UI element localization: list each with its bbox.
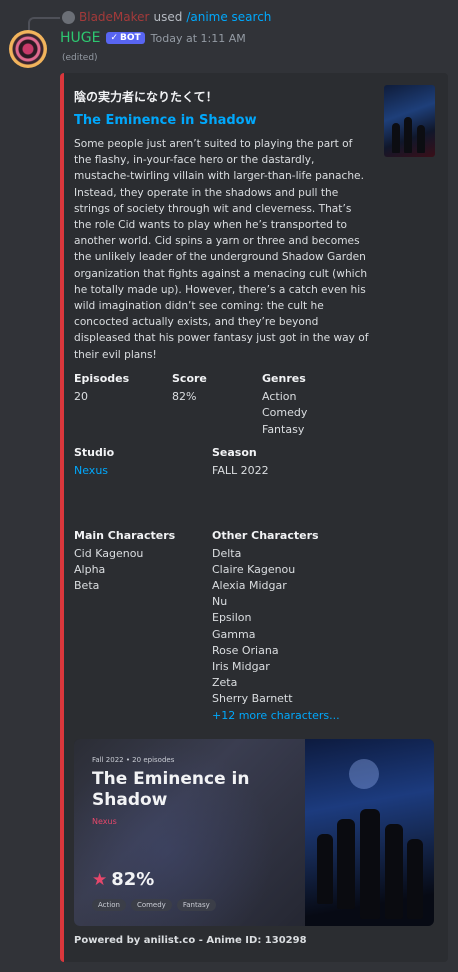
embed-title-link[interactable]: The Eminence in Shadow bbox=[74, 113, 257, 128]
other-character-item: Gamma bbox=[212, 628, 256, 641]
other-character-item: Sherry Barnett bbox=[212, 692, 293, 705]
embed-native-title: 陰の実力者になりたくて！ bbox=[74, 90, 218, 104]
banner-studio: Nexus bbox=[92, 817, 117, 826]
other-character-item: Epsilon bbox=[212, 611, 252, 624]
field-genres-label: Genres bbox=[262, 372, 306, 385]
banner-score-value: 82% bbox=[111, 869, 155, 890]
reply-user-avatar[interactable] bbox=[62, 10, 75, 24]
embed-footer: Powered by anilist.co - Anime ID: 130298 bbox=[74, 935, 307, 946]
main-character-item: Alpha bbox=[74, 563, 106, 576]
main-character-item: Cid Kagenou bbox=[74, 547, 144, 560]
reply-used-text: used bbox=[153, 10, 183, 24]
main-character-item: Beta bbox=[74, 579, 100, 592]
reply-username[interactable]: BladeMaker bbox=[79, 10, 149, 24]
message-header: HUGE ✓ BOT Today at 1:11 AM bbox=[60, 30, 246, 46]
verified-check-icon: ✓ bbox=[110, 33, 119, 43]
studio-link[interactable]: Nexus bbox=[74, 463, 108, 479]
field-episodes-value: 20 bbox=[74, 390, 88, 403]
banner-tag: Action bbox=[92, 899, 126, 911]
other-character-item: Nu bbox=[212, 595, 228, 608]
embed-thumbnail[interactable] bbox=[384, 85, 435, 157]
bot-badge-label: BOT bbox=[120, 33, 141, 43]
embed-banner-image[interactable]: Fall 2022 • 20 episodes The Eminence in … bbox=[74, 739, 434, 926]
field-episodes-label: Episodes bbox=[74, 372, 130, 385]
anime-embed: 陰の実力者になりたくて！ The Eminence in Shadow Some… bbox=[60, 73, 448, 962]
message-timestamp[interactable]: Today at 1:11 AM bbox=[151, 32, 246, 45]
field-season-value: FALL 2022 bbox=[212, 464, 269, 477]
reply-context[interactable]: BladeMaker used /anime search bbox=[62, 9, 271, 25]
other-character-item: Delta bbox=[212, 547, 242, 560]
banner-meta: Fall 2022 • 20 episodes bbox=[92, 756, 175, 764]
reply-command[interactable]: /anime search bbox=[186, 10, 271, 24]
star-icon: ★ bbox=[92, 869, 108, 890]
banner-tags: Action Comedy Fantasy bbox=[92, 899, 221, 911]
banner-tag: Comedy bbox=[130, 899, 172, 911]
other-character-item: Alexia Midgar bbox=[212, 579, 287, 592]
field-season-label: Season bbox=[212, 446, 257, 459]
edited-indicator: (edited) bbox=[62, 53, 98, 63]
other-character-item: Claire Kagenou bbox=[212, 563, 296, 576]
banner-score: ★ 82% bbox=[92, 869, 154, 890]
field-main-characters-label: Main Characters bbox=[74, 529, 176, 542]
bot-badge: ✓ BOT bbox=[106, 32, 145, 44]
field-studio-label: Studio bbox=[74, 446, 115, 459]
genre-item: Fantasy bbox=[262, 423, 305, 436]
bot-avatar[interactable] bbox=[9, 30, 47, 68]
more-characters-link[interactable]: +12 more characters... bbox=[212, 708, 340, 724]
field-score-label: Score bbox=[172, 372, 207, 385]
other-character-item: Zeta bbox=[212, 676, 238, 689]
field-other-characters-label: Other Characters bbox=[212, 529, 319, 542]
embed-description: Some people just aren’t suited to playin… bbox=[74, 138, 369, 361]
banner-background bbox=[74, 739, 305, 926]
genre-item: Action bbox=[262, 390, 297, 403]
banner-cover-art bbox=[305, 739, 434, 926]
banner-title: The Eminence in Shadow bbox=[92, 769, 250, 810]
banner-tag: Fantasy bbox=[176, 899, 216, 911]
bot-username[interactable]: HUGE bbox=[60, 30, 100, 46]
genre-item: Comedy bbox=[262, 406, 308, 419]
field-score-value: 82% bbox=[172, 390, 197, 403]
other-character-item: Iris Midgar bbox=[212, 660, 270, 673]
other-character-item: Rose Oriana bbox=[212, 644, 279, 657]
